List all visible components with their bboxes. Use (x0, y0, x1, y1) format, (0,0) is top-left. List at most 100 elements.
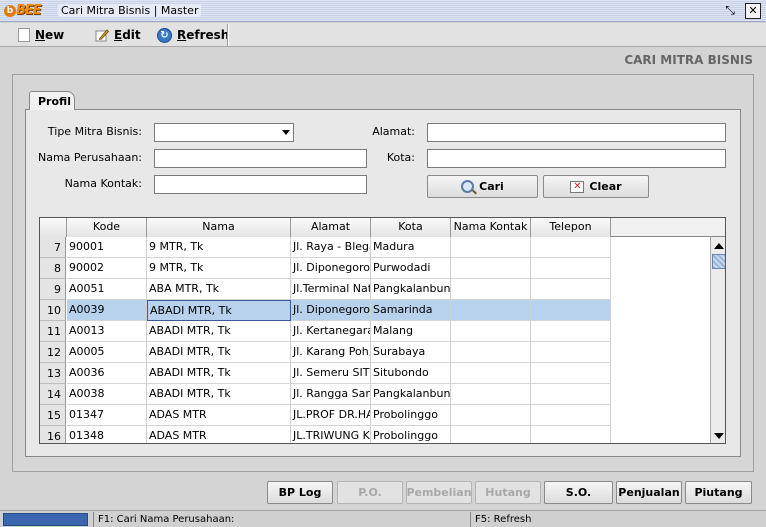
cell-telepon[interactable] (531, 258, 611, 279)
column-header-nama-kontak[interactable]: Nama Kontak (451, 218, 531, 237)
cell-nama[interactable]: ABADI MTR, Tk (147, 300, 291, 321)
cell-kota[interactable]: Madura (371, 237, 451, 258)
cell-kota[interactable]: Malang (371, 321, 451, 342)
nama-kontak-input[interactable] (154, 175, 367, 194)
cell-kode[interactable]: A0051 (67, 279, 147, 300)
table-row[interactable]: 14A0038ABADI MTR, TkJl. Rangga SantriPan… (40, 384, 710, 405)
column-header-kode[interactable]: Kode (67, 218, 147, 237)
pembelian-button[interactable]: Pembelian (406, 481, 472, 504)
cell-alamat[interactable]: Jl. Karang Poh, T (291, 342, 371, 363)
cari-button[interactable]: Cari (427, 175, 538, 198)
cell-nama-kontak[interactable] (451, 384, 531, 405)
cell-telepon[interactable] (531, 363, 611, 384)
cell-nama-kontak[interactable] (451, 258, 531, 279)
cell-nama-kontak[interactable] (451, 426, 531, 443)
table-row[interactable]: 9A0051ABA MTR, TkJl.Terminal NataiPangka… (40, 279, 710, 300)
cell-kode[interactable]: 01347 (67, 405, 147, 426)
cell-telepon[interactable] (531, 279, 611, 300)
cell-alamat[interactable]: Jl. Raya - Blega (291, 237, 371, 258)
table-row[interactable]: 11 A0013 ABADI MTR, Tk Jl. Kertanegara, Mala… (40, 321, 710, 342)
cell-nama-kontak[interactable] (451, 300, 531, 321)
table-row[interactable]: 12A0005ABADI MTR, TkJl. Karang Poh, TSur… (40, 342, 710, 363)
column-header-kota[interactable]: Kota (371, 218, 451, 237)
vertical-scrollbar[interactable] (710, 237, 725, 443)
cell-kota[interactable]: Purwodadi (371, 258, 451, 279)
cell-telepon[interactable] (531, 342, 611, 363)
penjualan-button[interactable]: Penjualan (616, 481, 682, 504)
scroll-down-icon[interactable] (714, 433, 724, 439)
piutang-button[interactable]: Piutang (685, 481, 752, 504)
clear-button[interactable]: ✕ Clear (543, 175, 649, 198)
new-button[interactable]: New (18, 26, 64, 44)
cell-nama[interactable]: ABADI MTR, Tk (147, 384, 291, 405)
table-row[interactable]: 13A0036ABADI MTR, TkJl. Semeru SITUBSitu… (40, 363, 710, 384)
cell-kode[interactable]: 90001 (67, 237, 147, 258)
column-header-alamat[interactable]: Alamat (291, 218, 371, 237)
cell-nama[interactable]: ADAS MTR (147, 405, 291, 426)
scroll-up-icon[interactable] (714, 243, 724, 249)
cell-nama-kontak[interactable] (451, 237, 531, 258)
cell-kota[interactable]: Situbondo (371, 363, 451, 384)
cell-nama-kontak[interactable] (451, 279, 531, 300)
column-header-nama[interactable]: Nama (147, 218, 291, 237)
cell-nama[interactable]: 9 MTR, Tk (147, 258, 291, 279)
cell-nama-kontak[interactable] (451, 321, 531, 342)
cell-alamat[interactable]: Jl. Rangga Santri (291, 384, 371, 405)
cell-alamat[interactable]: JL.TRIWUNG KID (291, 426, 371, 443)
cell-kota[interactable]: Samarinda (371, 300, 451, 321)
tab-profil[interactable]: Profil (29, 91, 75, 110)
cell-nama[interactable]: ABADI MTR, Tk (147, 342, 291, 363)
cell-alamat[interactable]: Jl. Diponegoro 4 (291, 300, 371, 321)
cell-telepon[interactable] (531, 426, 611, 443)
cell-telepon[interactable] (531, 300, 611, 321)
cell-kode[interactable]: A0039 (67, 300, 147, 321)
refresh-button[interactable]: ↻ Refresh (157, 26, 229, 44)
cell-kota[interactable]: Pangkalanbun (371, 384, 451, 405)
close-window-icon[interactable]: ✕ (745, 3, 761, 19)
tipe-mitra-select[interactable] (154, 123, 294, 142)
table-row[interactable]: 10A0039ABADI MTR, TkJl. Diponegoro 4Sama… (40, 300, 710, 321)
mitra-bisnis-table[interactable]: Kode Nama Alamat Kota Nama Kontak Telepo… (39, 217, 726, 444)
bp-log-button[interactable]: BP Log (267, 481, 333, 504)
cell-telepon[interactable] (531, 384, 611, 405)
cell-kode[interactable]: A0036 (67, 363, 147, 384)
cell-alamat[interactable]: Jl. Semeru SITUB (291, 363, 371, 384)
cell-nama-kontak[interactable] (451, 363, 531, 384)
cell-telepon[interactable] (531, 237, 611, 258)
cell-nama-kontak[interactable] (451, 342, 531, 363)
cell-kota[interactable]: Probolinggo (371, 405, 451, 426)
cell-alamat[interactable]: Jl. Diponegoro 1 (291, 258, 371, 279)
cell-nama[interactable]: 9 MTR, Tk (147, 237, 291, 258)
cell-kode[interactable]: A0038 (67, 384, 147, 405)
scroll-thumb[interactable] (712, 254, 725, 269)
table-row[interactable]: 8900029 MTR, TkJl. Diponegoro 1Purwodadi (40, 258, 710, 279)
cell-alamat[interactable]: Jl.Terminal Natai (291, 279, 371, 300)
cell-kode[interactable]: A0005 (67, 342, 147, 363)
column-header-telepon[interactable]: Telepon (531, 218, 611, 237)
table-row[interactable]: 15 01347 ADAS MTR JL.PROF DR.HAI Probolinggo (40, 405, 710, 426)
cell-kota[interactable]: Surabaya (371, 342, 451, 363)
cell-kode[interactable]: 01348 (67, 426, 147, 443)
table-row[interactable]: 7 90001 9 MTR, Tk Jl. Raya - Blega Madura (40, 237, 710, 258)
cell-nama-kontak[interactable] (451, 405, 531, 426)
cell-kode[interactable]: A0013 (67, 321, 147, 342)
hutang-button[interactable]: Hutang (475, 481, 541, 504)
cell-alamat[interactable]: JL.PROF DR.HAI (291, 405, 371, 426)
kota-input[interactable] (427, 149, 726, 168)
po-button[interactable]: P.O. (337, 481, 403, 504)
cell-telepon[interactable] (531, 321, 611, 342)
cell-nama[interactable]: ADAS MTR (147, 426, 291, 443)
cell-nama[interactable]: ABADI MTR, Tk (147, 363, 291, 384)
alamat-input[interactable] (427, 123, 726, 142)
cell-kota[interactable]: Probolinggo (371, 426, 451, 443)
edit-button[interactable]: Edit (95, 26, 141, 44)
restore-window-icon[interactable]: ⤡ (722, 3, 738, 19)
cell-kode[interactable]: 90002 (67, 258, 147, 279)
cell-telepon[interactable] (531, 405, 611, 426)
cell-alamat[interactable]: Jl. Kertanegara, (291, 321, 371, 342)
cell-nama[interactable]: ABA MTR, Tk (147, 279, 291, 300)
so-button[interactable]: S.O. (544, 481, 613, 504)
nama-perusahaan-input[interactable] (154, 149, 367, 168)
table-row[interactable]: 1601348ADAS MTRJL.TRIWUNG KIDProbolinggo (40, 426, 710, 443)
cell-kota[interactable]: Pangkalanbun (371, 279, 451, 300)
